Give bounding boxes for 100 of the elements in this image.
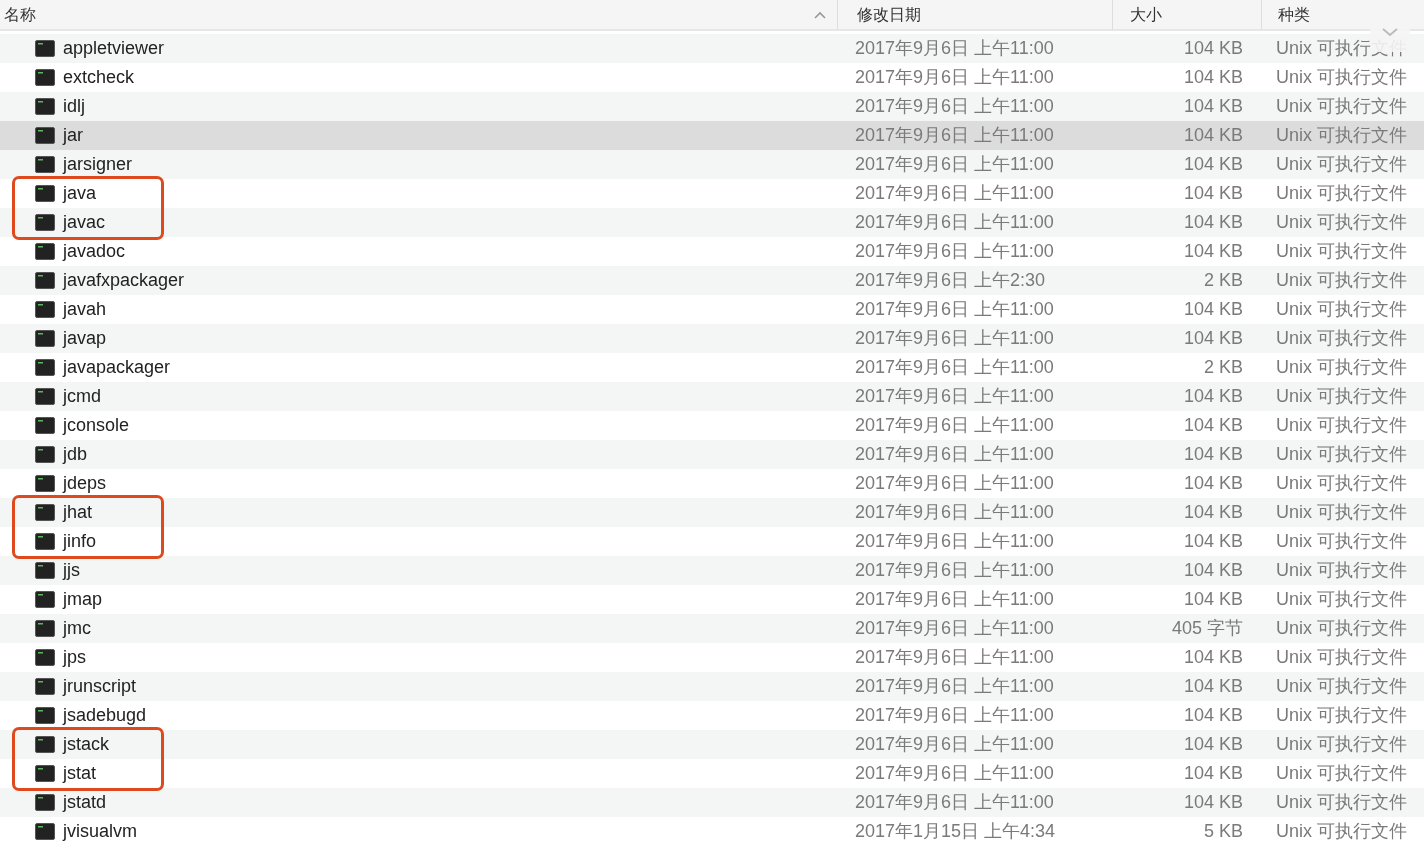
modified-date: 2017年9月6日 上午11:00: [855, 212, 1054, 232]
terminal-icon: [35, 359, 55, 376]
file-row[interactable]: jjs 2017年9月6日 上午11:00 104 KB Unix 可执行文件: [0, 556, 1424, 585]
modified-date: 2017年9月6日 上午11:00: [855, 183, 1054, 203]
file-row[interactable]: javac 2017年9月6日 上午11:00 104 KB Unix 可执行文件: [0, 208, 1424, 237]
file-name: jcmd: [63, 385, 101, 408]
file-kind: Unix 可执行文件: [1276, 530, 1407, 553]
terminal-icon: [35, 794, 55, 811]
file-size: 104 KB: [1183, 211, 1243, 234]
file-size: 104 KB: [1183, 501, 1243, 524]
modified-date: 2017年9月6日 上午11:00: [855, 792, 1054, 812]
file-size: 104 KB: [1183, 298, 1243, 321]
file-row[interactable]: javap 2017年9月6日 上午11:00 104 KB Unix 可执行文件: [0, 324, 1424, 353]
file-row[interactable]: jmc 2017年9月6日 上午11:00 405 字节 Unix 可执行文件: [0, 614, 1424, 643]
terminal-icon: [35, 736, 55, 753]
file-name: javac: [63, 211, 106, 234]
file-name: jmc: [63, 617, 91, 640]
file-size: 104 KB: [1183, 733, 1243, 756]
file-name: jarsigner: [63, 153, 133, 176]
terminal-icon: [35, 562, 55, 579]
file-kind: Unix 可执行文件: [1276, 704, 1407, 727]
file-row[interactable]: javafxpackager 2017年9月6日 上午2:30 2 KB Unix 可执行文件: [0, 266, 1424, 295]
file-kind: Unix 可执行文件: [1276, 37, 1407, 60]
file-row[interactable]: jar 2017年9月6日 上午11:00 104 KB Unix 可执行文件: [0, 121, 1424, 150]
file-name: java: [63, 182, 97, 205]
file-kind: Unix 可执行文件: [1276, 443, 1407, 466]
file-name: jstatd: [63, 791, 107, 814]
file-size: 104 KB: [1183, 762, 1243, 785]
file-kind: Unix 可执行文件: [1276, 269, 1407, 292]
terminal-icon: [35, 156, 55, 173]
file-name: jstack: [63, 733, 109, 756]
file-name: javah: [63, 298, 107, 321]
file-name: javapackager: [63, 356, 171, 379]
modified-date: 2017年9月6日 上午11:00: [855, 531, 1054, 551]
file-name: jrunscript: [63, 675, 137, 698]
terminal-icon: [35, 446, 55, 463]
file-kind: Unix 可执行文件: [1276, 211, 1407, 234]
file-name: extcheck: [63, 66, 135, 89]
column-header[interactable]: 大小: [1113, 0, 1262, 29]
column-header[interactable]: 修改日期: [838, 0, 1113, 29]
file-size: 104 KB: [1183, 95, 1243, 118]
modified-date: 2017年9月6日 上午11:00: [855, 386, 1054, 406]
modified-date: 2017年1月15日 上午4:34: [855, 821, 1056, 841]
file-size: 104 KB: [1183, 675, 1243, 698]
file-kind: Unix 可执行文件: [1276, 385, 1407, 408]
column-header[interactable]: 名称: [0, 0, 838, 29]
file-kind: Unix 可执行文件: [1276, 675, 1407, 698]
file-kind: Unix 可执行文件: [1276, 646, 1407, 669]
file-name: jconsole: [63, 414, 130, 437]
file-size: 104 KB: [1183, 385, 1243, 408]
terminal-icon: [35, 69, 55, 86]
file-kind: Unix 可执行文件: [1276, 414, 1407, 437]
file-size: 104 KB: [1183, 414, 1243, 437]
file-kind: Unix 可执行文件: [1276, 588, 1407, 611]
file-size: 104 KB: [1183, 472, 1243, 495]
terminal-icon: [35, 533, 55, 550]
file-row[interactable]: jdb 2017年9月6日 上午11:00 104 KB Unix 可执行文件: [0, 440, 1424, 469]
modified-date: 2017年9月6日 上午11:00: [855, 444, 1054, 464]
terminal-icon: [35, 40, 55, 57]
terminal-icon: [35, 388, 55, 405]
file-row[interactable]: idlj 2017年9月6日 上午11:00 104 KB Unix 可执行文件: [0, 92, 1424, 121]
file-name: jstat: [63, 762, 96, 785]
modified-date: 2017年9月6日 上午11:00: [855, 676, 1054, 696]
file-size: 104 KB: [1183, 646, 1243, 669]
file-name: javadoc: [63, 240, 126, 263]
modified-date: 2017年9月6日 上午11:00: [855, 241, 1054, 261]
file-row[interactable]: jhat 2017年9月6日 上午11:00 104 KB Unix 可执行文件: [0, 498, 1424, 527]
file-row[interactable]: jarsigner 2017年9月6日 上午11:00 104 KB Unix 可执行文件: [0, 150, 1424, 179]
file-row[interactable]: jstatd 2017年9月6日 上午11:00 104 KB Unix 可执行文件: [0, 788, 1424, 817]
file-row[interactable]: appletviewer 2017年9月6日 上午11:00 104 KB Unix 可执行文件: [0, 34, 1424, 63]
file-row[interactable]: jcmd 2017年9月6日 上午11:00 104 KB Unix 可执行文件: [0, 382, 1424, 411]
file-size: 104 KB: [1183, 240, 1243, 263]
file-name: jjs: [63, 559, 80, 582]
file-kind: Unix 可执行文件: [1276, 153, 1407, 176]
file-kind: Unix 可执行文件: [1276, 820, 1407, 843]
file-size: 104 KB: [1183, 791, 1243, 814]
modified-date: 2017年9月6日 上午11:00: [855, 734, 1054, 754]
terminal-icon: [35, 765, 55, 782]
file-kind: Unix 可执行文件: [1276, 182, 1407, 205]
file-size: 2 KB: [1203, 269, 1243, 292]
sort-ascending-icon: [813, 9, 827, 20]
modified-date: 2017年9月6日 上午11:00: [855, 357, 1054, 377]
file-kind: Unix 可执行文件: [1276, 733, 1407, 756]
file-kind: Unix 可执行文件: [1276, 327, 1407, 350]
file-kind: Unix 可执行文件: [1276, 298, 1407, 321]
modified-date: 2017年9月6日 上午11:00: [855, 96, 1054, 116]
file-size: 104 KB: [1183, 704, 1243, 727]
modified-date: 2017年9月6日 上午11:00: [855, 299, 1054, 319]
modified-date: 2017年9月6日 上午11:00: [855, 763, 1054, 783]
file-name: jps: [63, 646, 86, 669]
column-header[interactable]: 种类: [1262, 0, 1310, 29]
file-size: 104 KB: [1183, 66, 1243, 89]
file-size: 104 KB: [1183, 182, 1243, 205]
file-name: jvisualvm: [63, 820, 137, 843]
file-kind: Unix 可执行文件: [1276, 356, 1407, 379]
file-row[interactable]: jrunscript 2017年9月6日 上午11:00 104 KB Unix 可执行文件: [0, 672, 1424, 701]
file-name: jdeps: [63, 472, 107, 495]
modified-date: 2017年9月6日 上午11:00: [855, 618, 1054, 638]
file-row[interactable]: jstack 2017年9月6日 上午11:00 104 KB Unix 可执行文件: [0, 730, 1424, 759]
file-kind: Unix 可执行文件: [1276, 501, 1407, 524]
